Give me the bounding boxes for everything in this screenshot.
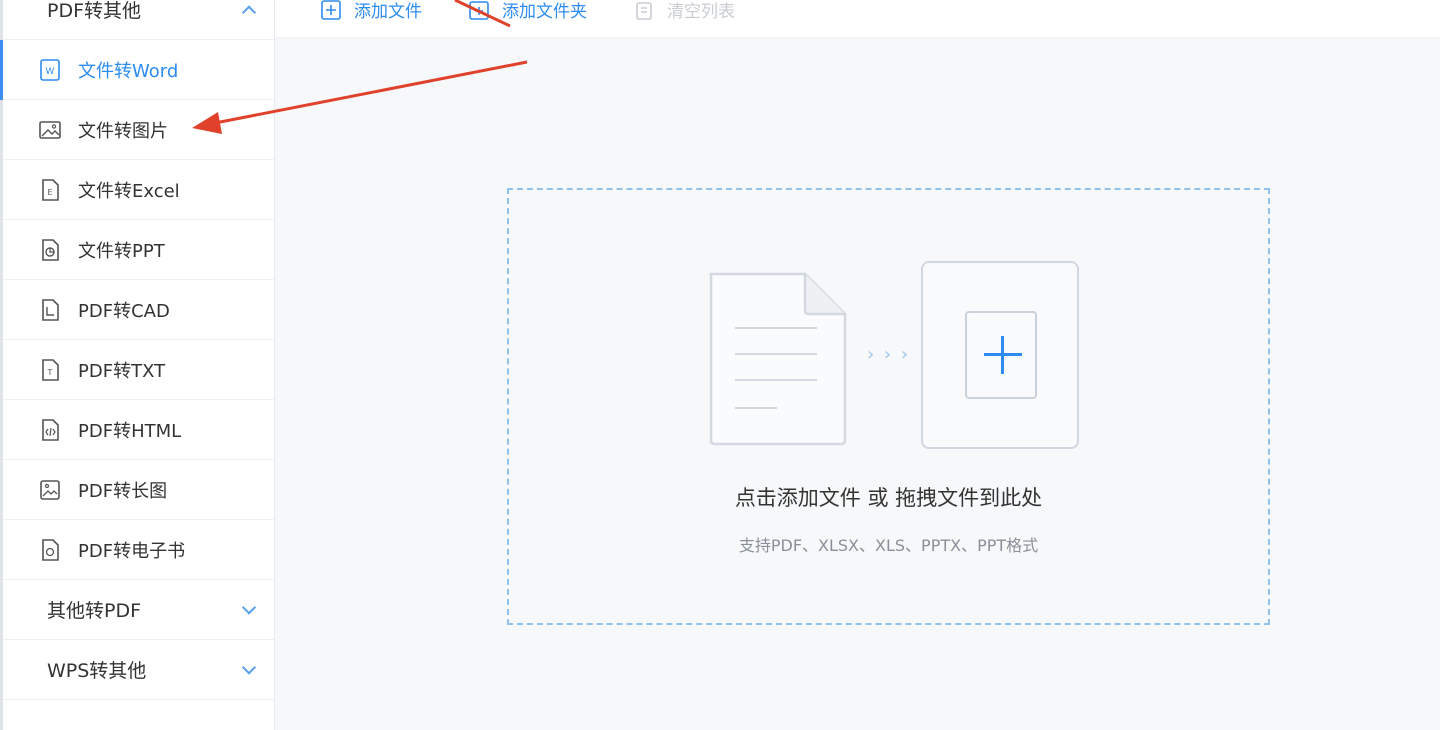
main-area: › › › 点击添加文件 或 拖拽文件到此处 支持PDF、XLSX、XLS、PP… [275,38,1440,730]
chevron-down-icon [241,599,257,615]
add-file-button[interactable]: 添加文件 [320,0,422,22]
sidebar-item-label: PDF转长图 [78,480,168,502]
sidebar-item-label: PDF转HTML [78,420,182,442]
group-other-to-pdf[interactable]: 其他转PDF [3,580,274,640]
document-illustration-icon [709,272,847,446]
add-file-card[interactable] [921,261,1079,449]
image-file-icon [39,120,61,139]
sidebar-item-label: PDF转CAD [78,300,170,322]
sidebar-item-file-to-image[interactable]: 文件转图片 [3,100,274,160]
add-file-inner [965,311,1037,399]
sidebar-item-label: PDF转电子书 [78,540,186,562]
add-folder-button[interactable]: 添加文件夹 [468,0,587,22]
chevron-up-icon [241,4,257,20]
add-file-icon [321,0,341,20]
group-pdf-to-other[interactable]: PDF转其他 [3,0,274,40]
dropzone-subtitle: 支持PDF、XLSX、XLS、PPTX、PPT格式 [738,536,1039,555]
sidebar-item-pdf-to-long-image[interactable]: PDF转长图 [3,460,274,520]
add-folder-icon [469,0,489,20]
long-image-icon [40,479,60,500]
sidebar-item-file-to-ppt[interactable]: 文件转PPT [3,220,274,280]
clear-list-label: 清空列表 [667,2,735,22]
sidebar-item-pdf-to-cad[interactable]: PDF转CAD [3,280,274,340]
ebook-file-icon [42,538,59,561]
sidebar-item-label: 文件转图片 [78,120,168,142]
cad-file-icon [42,298,59,321]
group-other-to-pdf-label: 其他转PDF [47,600,142,622]
svg-text:E: E [47,188,52,197]
sidebar-item-file-to-word[interactable]: W 文件转Word [0,40,274,100]
dropzone-title: 点击添加文件 或 拖拽文件到此处 [734,486,1043,510]
transfer-arrows-icon: › › › [867,344,911,365]
html-file-icon [42,418,59,441]
svg-text:T: T [47,368,53,377]
svg-text:W: W [46,67,55,77]
chevron-down-icon [241,659,257,675]
group-wps-to-other[interactable]: WPS转其他 [3,640,274,700]
group-wps-to-other-label: WPS转其他 [47,660,147,682]
clear-list-button[interactable]: 清空列表 [633,0,735,22]
ppt-file-icon [42,238,59,261]
add-file-label: 添加文件 [354,2,422,22]
sidebar-item-label: 文件转Word [78,60,179,82]
excel-file-icon: E [42,178,59,201]
sidebar-item-label: 文件转PPT [78,240,165,262]
sidebar-item-file-to-excel[interactable]: E 文件转Excel [3,160,274,220]
file-dropzone[interactable]: › › › 点击添加文件 或 拖拽文件到此处 支持PDF、XLSX、XLS、PP… [507,188,1270,625]
sidebar-item-pdf-to-ebook[interactable]: PDF转电子书 [3,520,274,580]
sidebar-item-pdf-to-html[interactable]: PDF转HTML [3,400,274,460]
sidebar-item-label: PDF转TXT [78,360,166,382]
trash-icon [636,1,652,20]
group-pdf-to-other-label: PDF转其他 [47,0,142,22]
sidebar: PDF转其他 W 文件转Word 文件转图片 E 文件转Excel 文件转PPT [0,0,275,730]
sidebar-item-pdf-to-txt[interactable]: T PDF转TXT [3,340,274,400]
add-folder-label: 添加文件夹 [502,2,587,22]
txt-file-icon: T [42,358,59,381]
sidebar-item-label: 文件转Excel [78,180,180,202]
toolbar: 添加文件 添加文件夹 清空列表 [275,0,1440,38]
word-file-icon: W [40,58,60,81]
